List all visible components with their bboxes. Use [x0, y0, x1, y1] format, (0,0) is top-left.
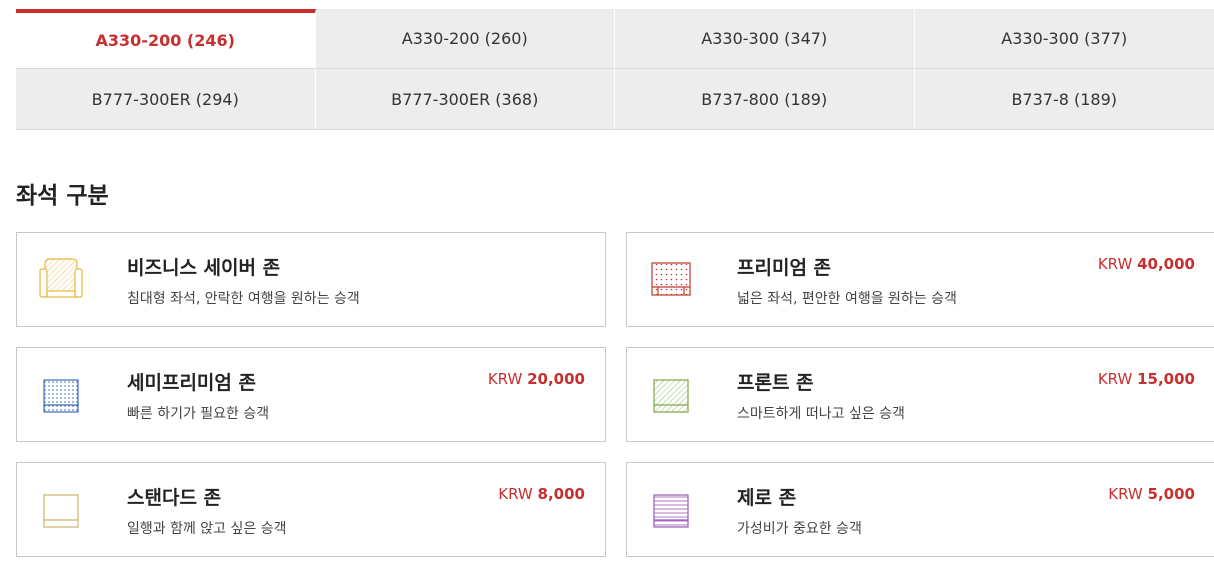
zone-name: 제로 존 — [737, 487, 797, 509]
zone-price: KRW 20,000 — [487, 370, 585, 388]
zone-description: 침대형 좌석, 안락한 여행을 원하는 승객 — [127, 291, 360, 307]
zone-card-premium[interactable]: 프리미엄 존 넓은 좌석, 편안한 여행을 원하는 승객 KRW 40,000 — [626, 232, 1214, 327]
section-title: 좌석 구분 — [16, 183, 109, 209]
zone-description: 가성비가 중요한 승객 — [737, 521, 862, 537]
zone-name: 스탠다드 존 — [127, 487, 222, 509]
tab-a330-300-347[interactable]: A330-300 (347) — [615, 9, 915, 69]
zone-card-zero[interactable]: 제로 존 가성비가 중요한 승객 KRW 5,000 — [626, 462, 1214, 557]
tab-b777-300er-368[interactable]: B777-300ER (368) — [316, 69, 615, 129]
zone-name: 프리미엄 존 — [737, 257, 832, 279]
tab-a330-200-246[interactable]: A330-200 (246) — [16, 9, 316, 69]
aircraft-tabs: A330-200 (246) A330-200 (260) A330-300 (… — [16, 9, 1214, 130]
tab-a330-300-377[interactable]: A330-300 (377) — [914, 9, 1214, 69]
zone-description: 일행과 함께 앉고 싶은 승객 — [127, 521, 287, 537]
zone-price: KRW 40,000 — [1097, 255, 1195, 273]
business-saver-seat-icon — [39, 258, 83, 298]
zone-description: 넓은 좌석, 편안한 여행을 원하는 승객 — [737, 291, 957, 307]
zone-price: KRW 15,000 — [1097, 370, 1195, 388]
zone-name: 세미프리미엄 존 — [127, 372, 256, 394]
seat-zone-grid: 비즈니스 세이버 존 침대형 좌석, 안락한 여행을 원하는 승객 프리미엄 존… — [16, 232, 1214, 557]
zone-price: KRW 8,000 — [498, 485, 585, 503]
tab-b777-300er-294[interactable]: B777-300ER (294) — [16, 69, 316, 129]
zone-name: 프론트 존 — [737, 372, 814, 394]
standard-seat-icon — [43, 494, 79, 528]
zone-card-business-saver[interactable]: 비즈니스 세이버 존 침대형 좌석, 안락한 여행을 원하는 승객 — [16, 232, 606, 327]
semi-premium-seat-icon — [43, 379, 79, 413]
zone-card-semi-premium[interactable]: 세미프리미엄 존 빠른 하기가 필요한 승객 KRW 20,000 — [16, 347, 606, 442]
premium-seat-icon — [651, 262, 691, 296]
zone-card-standard[interactable]: 스탠다드 존 일행과 함께 앉고 싶은 승객 KRW 8,000 — [16, 462, 606, 557]
zone-name: 비즈니스 세이버 존 — [127, 257, 281, 279]
tab-b737-800-189[interactable]: B737-800 (189) — [615, 69, 915, 129]
zone-card-front[interactable]: 프론트 존 스마트하게 떠나고 싶은 승객 KRW 15,000 — [626, 347, 1214, 442]
zone-description: 스마트하게 떠나고 싶은 승객 — [737, 406, 905, 422]
tab-a330-200-260[interactable]: A330-200 (260) — [315, 9, 615, 69]
zone-description: 빠른 하기가 필요한 승객 — [127, 406, 270, 422]
zone-price: KRW 5,000 — [1108, 485, 1195, 503]
front-seat-icon — [653, 379, 689, 413]
zero-seat-icon — [653, 494, 689, 528]
tab-b737-8-189[interactable]: B737-8 (189) — [915, 69, 1214, 129]
